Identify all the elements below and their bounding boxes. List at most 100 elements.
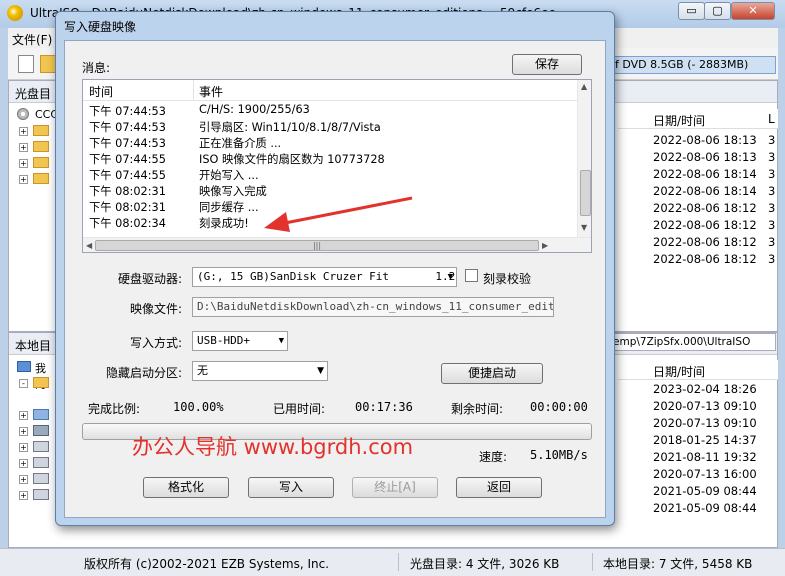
local-tree-root[interactable]: 我的 xyxy=(13,359,53,391)
format-button[interactable]: 格式化 xyxy=(143,477,229,498)
expand-icon[interactable]: + xyxy=(19,443,28,452)
vertical-scroll-thumb[interactable] xyxy=(580,170,591,216)
collapse-icon[interactable]: - xyxy=(19,379,28,388)
speed-value: 5.10MB/s xyxy=(530,448,588,462)
file-row[interactable]: 2020-07-13 09:10 xyxy=(618,397,778,414)
expand-icon[interactable]: + xyxy=(19,491,28,500)
chevron-down-icon[interactable]: ▼ xyxy=(448,268,453,286)
log-time: 下午 08:02:31 xyxy=(89,185,166,198)
horizontal-scroll-thumb[interactable]: ||| xyxy=(95,240,539,251)
file-row[interactable]: 2020-07-13 16:00 xyxy=(618,465,778,482)
file-row[interactable]: 2023-02-04 18:26 xyxy=(618,380,778,397)
log-row[interactable]: 下午 07:44:55 开始写入 ... xyxy=(83,166,577,182)
write-mode-select[interactable]: USB-HDD+ ▼ xyxy=(192,331,288,351)
file-row[interactable]: 2021-08-11 19:32 xyxy=(618,448,778,465)
save-button[interactable]: 保存 xyxy=(512,54,582,75)
file-row[interactable]: 2022-08-06 18:12 3 xyxy=(618,216,778,233)
drive-icon xyxy=(33,489,49,500)
status-bar: 版权所有 (c)2002-2021 EZB Systems, Inc. 光盘目录… xyxy=(0,548,785,576)
drive-select[interactable]: (G:, 15 GB)SanDisk Cruzer Fit 1.27 ▼ xyxy=(192,267,457,287)
expand-icon[interactable]: + xyxy=(19,127,28,136)
log-row[interactable]: 下午 07:44:53 正在准备介质 ... xyxy=(83,134,577,150)
log-col-event[interactable]: 事件 xyxy=(199,83,223,100)
verify-checkbox[interactable] xyxy=(465,269,478,282)
close-button[interactable]: ✕ xyxy=(731,2,775,20)
hidden-partition-label: 隐藏启动分区: xyxy=(106,366,183,380)
write-button[interactable]: 写入 xyxy=(248,477,334,498)
log-row[interactable]: 下午 08:02:34 刻录成功! xyxy=(83,214,577,230)
expand-icon[interactable]: + xyxy=(19,475,28,484)
expand-icon[interactable]: + xyxy=(19,459,28,468)
local-path-field[interactable]: emp\7ZipSfx.000\UltraISO xyxy=(610,333,776,351)
log-row[interactable]: 下午 08:02:31 映像写入完成 xyxy=(83,182,577,198)
open-folder-icon[interactable] xyxy=(40,55,56,73)
maximize-button[interactable]: ▢ xyxy=(704,2,731,20)
col-date[interactable]: 日期/时间 xyxy=(653,363,705,380)
file-date: 2023-02-04 18:26 xyxy=(653,382,757,396)
back-button[interactable]: 返回 xyxy=(456,477,542,498)
chevron-down-icon[interactable]: ▼ xyxy=(279,332,284,350)
expand-icon[interactable]: + xyxy=(19,411,28,420)
tree-node[interactable]: + xyxy=(13,423,53,439)
scroll-right-icon[interactable]: ▶ xyxy=(542,241,548,250)
file-row[interactable]: 2020-07-13 09:10 xyxy=(618,414,778,431)
tree-node[interactable]: + xyxy=(13,171,53,187)
file-row[interactable]: 2022-08-06 18:14 3 xyxy=(618,182,778,199)
tree-node[interactable]: + xyxy=(13,123,53,139)
log-row[interactable]: 下午 07:44:53 C/H/S: 1900/255/63 xyxy=(83,102,577,118)
log-vertical-scrollbar[interactable]: ▲ ▼ xyxy=(577,80,591,237)
expand-icon[interactable]: + xyxy=(19,159,28,168)
file-row[interactable]: 2022-08-06 18:12 3 xyxy=(618,199,778,216)
disc-tree-root[interactable]: CCCC xyxy=(13,107,66,123)
folder-icon xyxy=(33,157,49,168)
menu-file[interactable]: 文件(F) xyxy=(12,31,52,48)
image-file-field[interactable]: D:\BaiduNetdiskDownload\zh-cn_windows_11… xyxy=(192,297,554,317)
drive-icon xyxy=(33,457,49,468)
elapsed-value: 00:17:36 xyxy=(355,400,413,414)
col-date[interactable]: 日期/时间 xyxy=(653,112,705,129)
quick-boot-button[interactable]: 便捷启动 xyxy=(441,363,543,384)
file-date: 2022-08-06 18:13 xyxy=(653,150,757,164)
hidden-partition-select[interactable]: 无 ▼ xyxy=(192,361,328,381)
expand-icon[interactable]: + xyxy=(19,175,28,184)
log-horizontal-scrollbar[interactable]: ◀ ||| ▶ xyxy=(83,237,591,252)
col-extra[interactable]: L xyxy=(768,112,775,126)
tree-node[interactable]: + xyxy=(13,407,53,423)
tree-node[interactable]: + xyxy=(13,455,53,471)
log-row[interactable]: 下午 07:44:53 引导扇区: Win11/10/8.1/8/7/Vista xyxy=(83,118,577,134)
tree-node[interactable]: + xyxy=(13,439,53,455)
tree-node[interactable]: + xyxy=(13,155,53,171)
file-row[interactable]: 2018-01-25 14:37 xyxy=(618,431,778,448)
drive-icon xyxy=(33,441,49,452)
log-col-time[interactable]: 时间 xyxy=(89,83,113,100)
minimize-button[interactable]: ▭ xyxy=(678,2,705,20)
expand-icon[interactable]: + xyxy=(19,427,28,436)
file-row[interactable]: 2022-08-06 18:14 3 xyxy=(618,165,778,182)
tree-node[interactable]: + xyxy=(13,139,53,155)
file-row[interactable]: 2022-08-06 18:13 3 xyxy=(618,148,778,165)
file-row[interactable]: 2022-08-06 18:12 3 xyxy=(618,250,778,267)
scroll-left-icon[interactable]: ◀ xyxy=(86,241,92,250)
tree-node[interactable]: - xyxy=(13,375,53,391)
log-time: 下午 07:44:55 xyxy=(89,153,166,166)
tree-node[interactable]: + xyxy=(13,471,53,487)
tree-node[interactable] xyxy=(13,391,53,407)
file-row[interactable]: 2022-08-06 18:12 3 xyxy=(618,233,778,250)
message-log[interactable]: 时间 事件 下午 07:44:53 C/H/S: 1900/255/63 下午 07… xyxy=(82,79,592,253)
scroll-down-icon[interactable]: ▼ xyxy=(581,223,587,232)
chevron-down-icon[interactable]: ▼ xyxy=(317,362,324,380)
disc-tree: CCCC + + + + xyxy=(13,107,66,187)
scroll-up-icon[interactable]: ▲ xyxy=(581,82,587,91)
log-row[interactable]: 下午 08:02:31 同步缓存 ... xyxy=(83,198,577,214)
file-row[interactable]: 2022-08-06 18:13 3 xyxy=(618,131,778,148)
tree-node[interactable]: + xyxy=(13,487,53,503)
file-date: 2021-08-11 19:32 xyxy=(653,450,757,464)
file-row[interactable]: 2021-05-09 08:44 xyxy=(618,482,778,499)
folder-icon xyxy=(33,125,49,136)
new-file-icon[interactable] xyxy=(18,55,34,73)
expand-icon[interactable]: + xyxy=(19,143,28,152)
abort-button[interactable]: 终止[A] xyxy=(352,477,438,498)
log-col-divider[interactable] xyxy=(193,80,194,100)
log-row[interactable]: 下午 07:44:55 ISO 映像文件的扇区数为 10773728 xyxy=(83,150,577,166)
file-row[interactable]: 2021-05-09 08:44 xyxy=(618,499,778,516)
